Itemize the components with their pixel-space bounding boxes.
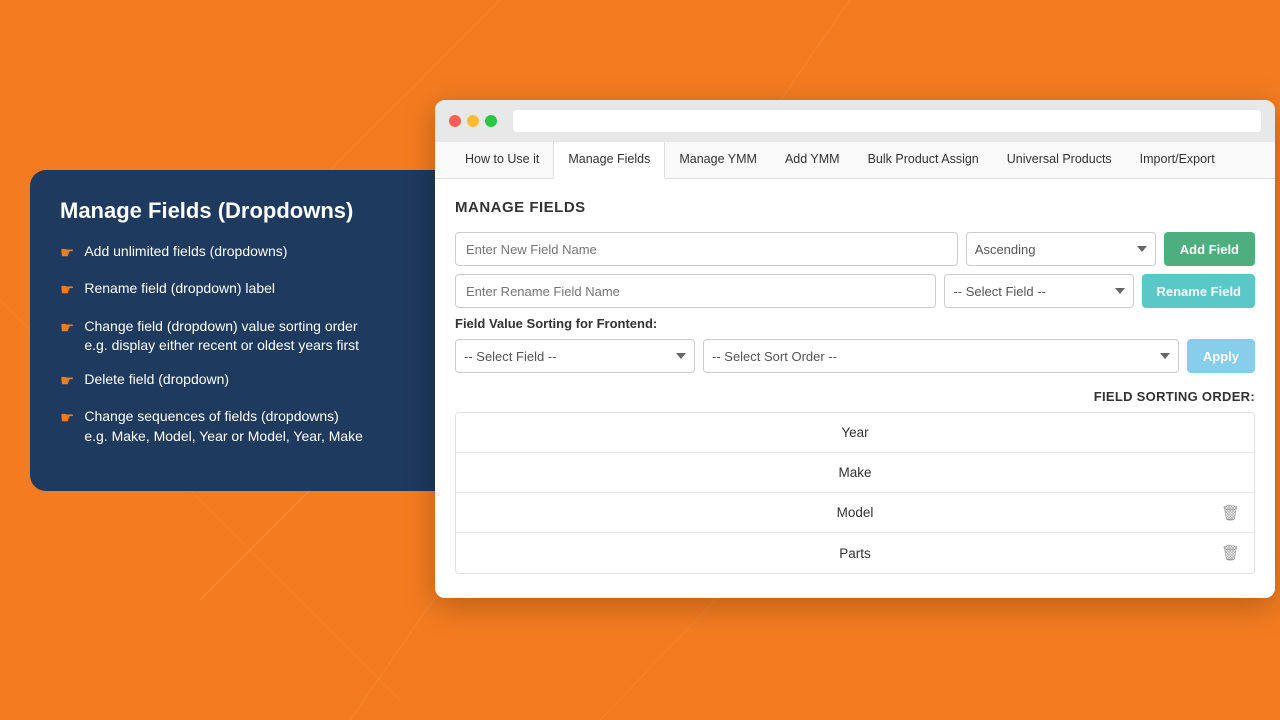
address-bar[interactable] — [513, 110, 1261, 132]
nav-tabs: How to Use it Manage Fields Manage YMM A… — [435, 142, 1275, 179]
maximize-dot[interactable] — [485, 115, 497, 127]
minimize-dot[interactable] — [467, 115, 479, 127]
finger-icon-2: ☛ — [60, 280, 74, 302]
feature-item-1: ☛ Add unlimited fields (dropdowns) — [60, 242, 430, 265]
delete-parts-icon[interactable]: 🗑 — [1221, 544, 1240, 562]
sort-order-dropdown[interactable]: -- Select Sort Order -- Ascending Descen… — [703, 339, 1179, 373]
field-name-model: Model — [837, 505, 874, 520]
new-field-name-input[interactable] — [455, 232, 958, 266]
field-row-make: Make — [456, 453, 1254, 493]
feature-item-4: ☛ Delete field (dropdown) — [60, 370, 430, 393]
feature-text-1: Add unlimited fields (dropdowns) — [84, 242, 287, 262]
field-row-model: Model 🗑 — [456, 493, 1254, 533]
feature-item-5: ☛ Change sequences of fields (dropdowns)… — [60, 407, 430, 446]
rename-field-row: -- Select Field -- Year Make Model Parts… — [455, 274, 1255, 308]
apply-button[interactable]: Apply — [1187, 339, 1255, 373]
field-name-year: Year — [841, 425, 868, 440]
sorting-row: -- Select Field -- Year Make Model Parts… — [455, 339, 1255, 373]
field-sorting-title: FIELD SORTING ORDER: — [455, 389, 1255, 404]
feature-text-2: Rename field (dropdown) label — [84, 279, 275, 299]
tab-manage-ymm[interactable]: Manage YMM — [665, 142, 771, 178]
close-dot[interactable] — [449, 115, 461, 127]
finger-icon-3: ☛ — [60, 318, 74, 340]
rename-field-button[interactable]: Rename Field — [1142, 274, 1255, 308]
tab-bulk-product[interactable]: Bulk Product Assign — [854, 142, 993, 178]
feature-item-3: ☛ Change field (dropdown) value sorting … — [60, 317, 430, 356]
field-row-year: Year — [456, 413, 1254, 453]
field-name-parts: Parts — [839, 546, 871, 561]
rename-field-input[interactable] — [455, 274, 936, 308]
browser-titlebar — [435, 100, 1275, 142]
sorting-field-select[interactable]: -- Select Field -- Year Make Model Parts — [455, 339, 695, 373]
feature-text-4: Delete field (dropdown) — [84, 370, 229, 390]
feature-item-2: ☛ Rename field (dropdown) label — [60, 279, 430, 302]
select-field-dropdown[interactable]: -- Select Field -- Year Make Model Parts — [944, 274, 1134, 308]
section-title: MANAGE FIELDS — [455, 199, 1255, 216]
add-field-button[interactable]: Add Field — [1164, 232, 1255, 266]
add-field-row: Ascending Descending Add Field — [455, 232, 1255, 266]
main-content: MANAGE FIELDS Ascending Descending Add F… — [435, 179, 1275, 598]
tab-manage-fields[interactable]: Manage Fields — [553, 142, 665, 179]
sort-order-select[interactable]: Ascending Descending — [966, 232, 1156, 266]
left-panel: Manage Fields (Dropdowns) ☛ Add unlimite… — [30, 170, 460, 491]
tab-universal-products[interactable]: Universal Products — [993, 142, 1126, 178]
panel-title: Manage Fields (Dropdowns) — [60, 198, 430, 224]
field-row-parts: Parts 🗑 — [456, 533, 1254, 573]
tab-import-export[interactable]: Import/Export — [1126, 142, 1229, 178]
delete-model-icon[interactable]: 🗑 — [1221, 504, 1240, 522]
finger-icon-1: ☛ — [60, 243, 74, 265]
tab-add-ymm[interactable]: Add YMM — [771, 142, 854, 178]
browser-window: How to Use it Manage Fields Manage YMM A… — [435, 100, 1275, 598]
finger-icon-4: ☛ — [60, 371, 74, 393]
sorting-label: Field Value Sorting for Frontend: — [455, 316, 1255, 331]
feature-text-5: Change sequences of fields (dropdowns)e.… — [84, 407, 363, 446]
field-list: Year Make Model 🗑 Parts 🗑 — [455, 412, 1255, 574]
field-name-make: Make — [838, 465, 871, 480]
tab-how-to-use[interactable]: How to Use it — [451, 142, 553, 178]
finger-icon-5: ☛ — [60, 408, 74, 430]
feature-text-3: Change field (dropdown) value sorting or… — [84, 317, 359, 356]
